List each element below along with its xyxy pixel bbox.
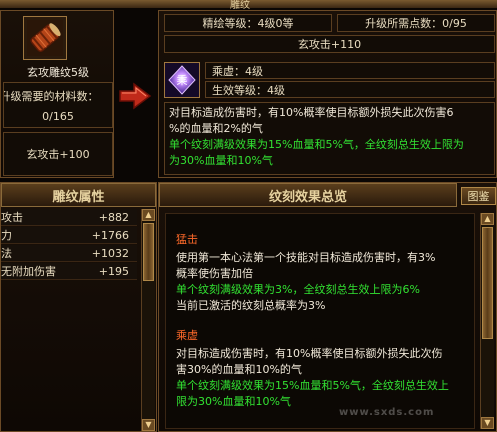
overview-content: 猛击 使用第一本心法第一个技能对目标造成伤害时，有3% 概率使伤害加倍 单个纹刻… [165, 213, 475, 429]
refine-level: 精绘等级：4级0等 [164, 14, 332, 32]
attributes-scrollbar[interactable]: ▲ ▼ [141, 209, 155, 431]
current-stat-box: 玄攻击+100 [3, 132, 113, 176]
materials-label: 升级需要的材料数： [3, 89, 99, 103]
item-slot[interactable] [23, 16, 67, 60]
upgrade-points: 升级所需点数：0/95 [337, 14, 495, 32]
attribute-row: 力 +1766 [1, 227, 137, 244]
scroll-thumb[interactable] [143, 223, 154, 281]
desc-line: 对目标造成伤害时，有10%概率使目标额外损失此次伤害6 [169, 106, 454, 119]
section-desc: 使用第一本心法第一个技能对目标造成伤害时，有3% [176, 251, 436, 264]
scroll-up-button[interactable]: ▲ [481, 213, 494, 225]
attribute-name: 力 [1, 229, 12, 242]
attribute-value: +1032 [91, 246, 129, 260]
scroll-down-button[interactable]: ▼ [142, 419, 155, 431]
section-current: 当前已激活的纹刻总概率为3% [176, 299, 326, 312]
atlas-tab[interactable]: 图鉴 [461, 187, 496, 205]
skill-slot[interactable]: 乘 [164, 62, 200, 98]
skill-gem-icon: 乘 [165, 63, 199, 97]
overview-title: 纹刻效果总览 [159, 183, 457, 207]
attribute-name: 法 [1, 247, 12, 260]
scroll-up-button[interactable]: ▲ [142, 209, 155, 221]
upgrade-panel: 精绘等级：4级0等 升级所需点数：0/95 玄攻击+110 乘 乘虚：4级 生效… [158, 10, 497, 178]
materials-value: 0/165 [42, 109, 74, 123]
attribute-name: 无附加伤害 [1, 265, 56, 278]
overview-panel: 纹刻效果总览 图鉴 猛击 使用第一本心法第一个技能对目标造成伤害时，有3% 概率… [158, 182, 497, 432]
section-desc: 害30%的血量和10%的气 [176, 363, 302, 376]
section-desc: 概率使伤害加倍 [176, 267, 253, 280]
skill-name: 乘虚：4级 [205, 62, 495, 79]
desc-line: %的血量和2%的气 [169, 122, 263, 135]
section-limit: 单个纹刻满级效果为15%血量和5%气，全纹刻总生效上 [176, 379, 449, 392]
attributes-list: 攻击 +882 力 +1766 法 +1032 无附加伤害 +195 [1, 209, 139, 431]
desc-line: 单个纹刻满级效果为15%血量和5%气，全纹刻总生效上限为 [169, 138, 464, 151]
attribute-row: 法 +1032 [1, 245, 137, 262]
skill-description: 对目标造成伤害时，有10%概率使目标额外损失此次伤害6 %的血量和2%的气 单个… [164, 102, 495, 175]
attribute-value: +1766 [91, 228, 129, 242]
attribute-value: +195 [98, 264, 129, 278]
attribute-row: 无附加伤害 +195 [1, 263, 137, 280]
watermark: www.sxds.com [339, 407, 435, 418]
section-limit: 单个纹刻满级效果为3%，全纹刻总生效上限为6% [176, 283, 420, 296]
attribute-row: 攻击 +882 [1, 209, 137, 226]
window-title-bar: 雕纹 [0, 0, 497, 11]
current-item-panel: 玄攻雕纹5级 升级需要的材料数： 0/165 玄攻击+100 [0, 10, 114, 178]
desc-line: 为30%血量和10%气 [169, 154, 273, 167]
section-title: 猛击 [176, 233, 198, 246]
scroll-thumb[interactable] [482, 227, 493, 339]
item-name: 玄攻雕纹5级 [27, 66, 89, 79]
overview-scrollbar[interactable]: ▲ ▼ [480, 213, 494, 429]
materials-box: 升级需要的材料数： 0/165 [3, 82, 113, 128]
upgrade-arrow-icon [118, 82, 152, 110]
section-title: 乘虚 [176, 329, 198, 342]
scroll-down-button[interactable]: ▼ [481, 417, 494, 429]
upgrade-stat: 玄攻击+110 [164, 35, 495, 53]
section-desc: 对目标造成伤害时，有10%概率使目标额外损失此次伤 [176, 347, 443, 360]
attribute-value: +882 [98, 210, 129, 224]
scroll-item-icon [27, 20, 63, 56]
attributes-panel: 雕纹属性 攻击 +882 力 +1766 法 +1032 无附加伤害 +195 … [0, 182, 157, 432]
svg-text:乘: 乘 [177, 74, 188, 87]
attribute-name: 攻击 [1, 211, 23, 224]
attributes-title: 雕纹属性 [1, 183, 156, 207]
effect-level: 生效等级：4级 [205, 81, 495, 98]
